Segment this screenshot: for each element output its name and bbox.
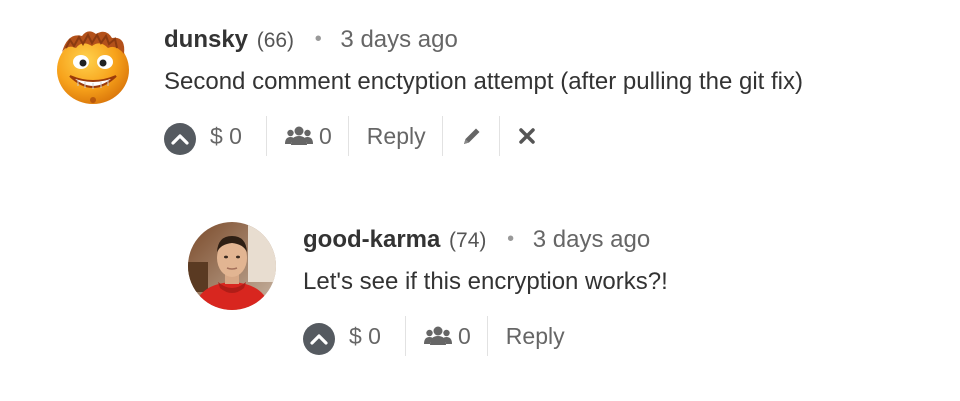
edit-button[interactable] [461, 125, 483, 147]
author-link[interactable]: good-karma [303, 226, 440, 253]
voters-value: 0 [319, 122, 332, 149]
avatar[interactable] [188, 222, 276, 310]
upvote-button[interactable] [303, 323, 335, 355]
pencil-icon [463, 128, 480, 144]
comment-body: dunsky (66) • 3 days ago Second comment … [164, 22, 803, 158]
comment-timestamp[interactable]: 3 days ago [340, 26, 457, 53]
reply-button[interactable]: Reply [506, 323, 565, 350]
comment-timestamp[interactable]: 3 days ago [533, 226, 650, 253]
divider [266, 116, 267, 156]
comment-actions: $ 0 0 Reply [303, 314, 668, 358]
voters-value: 0 [458, 322, 471, 349]
meta-separator: • [507, 228, 515, 250]
payout-amount[interactable]: $ 0 [210, 123, 250, 150]
divider [347, 116, 349, 156]
divider [498, 116, 500, 156]
author-reputation: (66) [256, 29, 295, 52]
comment-actions: $ 0 0 Reply [164, 114, 803, 158]
comment-text: Let's see if this encryption works?! [303, 268, 668, 295]
chevron-up-icon [310, 334, 328, 345]
comment-body: good-karma (74) • 3 days ago Let's see i… [303, 222, 668, 358]
payout-amount[interactable]: $ 0 [349, 323, 389, 350]
author-reputation: (74) [449, 229, 487, 252]
close-icon [518, 128, 535, 144]
comment-text: Second comment enctyption attempt (after… [164, 68, 803, 95]
delete-button[interactable] [518, 127, 536, 145]
author-link[interactable]: dunsky [164, 26, 248, 53]
meta-separator: • [314, 28, 322, 50]
comment-meta: good-karma (74) • 3 days ago [303, 222, 668, 258]
voters-count[interactable]: 0 [285, 123, 332, 150]
divider [441, 116, 443, 156]
chevron-up-icon [171, 134, 189, 145]
upvote-button[interactable] [164, 123, 196, 155]
comments-thread: dunsky (66) • 3 days ago Second comment … [0, 0, 960, 401]
reply-button[interactable]: Reply [367, 123, 426, 150]
users-icon [424, 326, 452, 345]
comment-meta: dunsky (66) • 3 days ago [164, 22, 803, 58]
divider [486, 316, 488, 356]
divider [405, 316, 406, 356]
users-icon [285, 126, 313, 145]
voters-count[interactable]: 0 [424, 323, 471, 350]
avatar[interactable] [52, 26, 134, 108]
